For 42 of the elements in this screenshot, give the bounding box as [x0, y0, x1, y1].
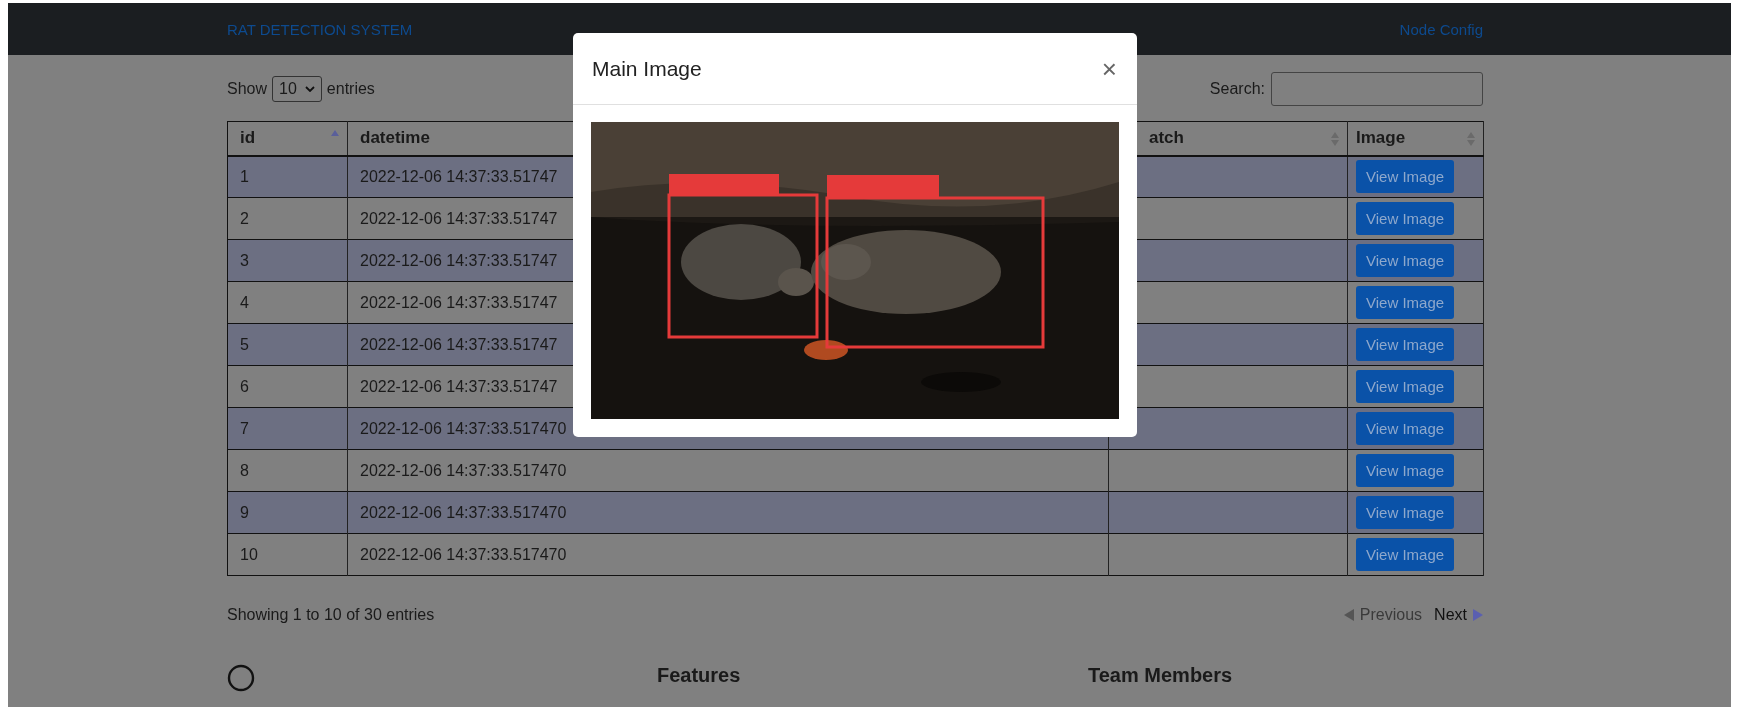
datetime-cell: 2022-12-06 14:37:33.517470: [347, 491, 1109, 534]
next-link[interactable]: Next: [1434, 606, 1483, 624]
view-image-button[interactable]: View Image: [1356, 286, 1455, 319]
chevron-down-icon: [304, 86, 315, 92]
view-image-button[interactable]: View Image: [1356, 244, 1455, 277]
view-image-button[interactable]: View Image: [1356, 328, 1455, 361]
id-cell: 4: [227, 281, 348, 324]
id-cell: 10: [227, 533, 348, 576]
id-cell: 9: [227, 491, 348, 534]
view-image-button[interactable]: View Image: [1356, 370, 1455, 403]
team-members-heading: Team Members: [1088, 664, 1233, 687]
view-image-button[interactable]: View Image: [1356, 202, 1455, 235]
column-header[interactable]: Image: [1347, 121, 1484, 156]
id-cell: 3: [227, 239, 348, 282]
entries-label: entries: [326, 80, 375, 98]
triangle-left-icon: [1343, 609, 1354, 621]
circle-icon: [227, 664, 255, 692]
column-header[interactable]: id: [227, 121, 348, 156]
datetime-cell: 2022-12-06 14:37:33.517470: [347, 533, 1109, 576]
modal-title: Main Image: [592, 56, 702, 81]
id-cell: 6: [227, 365, 348, 408]
features-heading: Features: [657, 664, 741, 687]
show-label: Show: [227, 80, 268, 98]
triangle-right-icon: [1473, 609, 1483, 621]
view-image-button[interactable]: View Image: [1356, 160, 1455, 194]
datetime-cell: 2022-12-06 14:37:33.517470: [347, 449, 1109, 492]
view-image-button[interactable]: View Image: [1356, 412, 1455, 445]
id-cell: 7: [227, 407, 348, 450]
entries-select[interactable]: 10: [272, 76, 322, 102]
id-cell: 1: [227, 155, 348, 198]
close-button[interactable]: ×: [1095, 55, 1123, 82]
brand-link[interactable]: RAT DETECTION SYSTEM: [227, 20, 413, 38]
entries-info: Showing 1 to 10 of 30 entries: [227, 606, 435, 624]
view-image-button[interactable]: View Image: [1356, 496, 1455, 529]
search-label: Search:: [1209, 80, 1265, 98]
node-config-link[interactable]: Node Config: [1399, 20, 1483, 38]
view-image-button[interactable]: View Image: [1356, 538, 1455, 571]
search-field[interactable]: [1271, 72, 1483, 106]
id-cell: 2: [227, 197, 348, 240]
id-cell: 5: [227, 323, 348, 366]
view-image-button[interactable]: View Image: [1356, 454, 1455, 487]
id-cell: 8: [227, 449, 348, 492]
